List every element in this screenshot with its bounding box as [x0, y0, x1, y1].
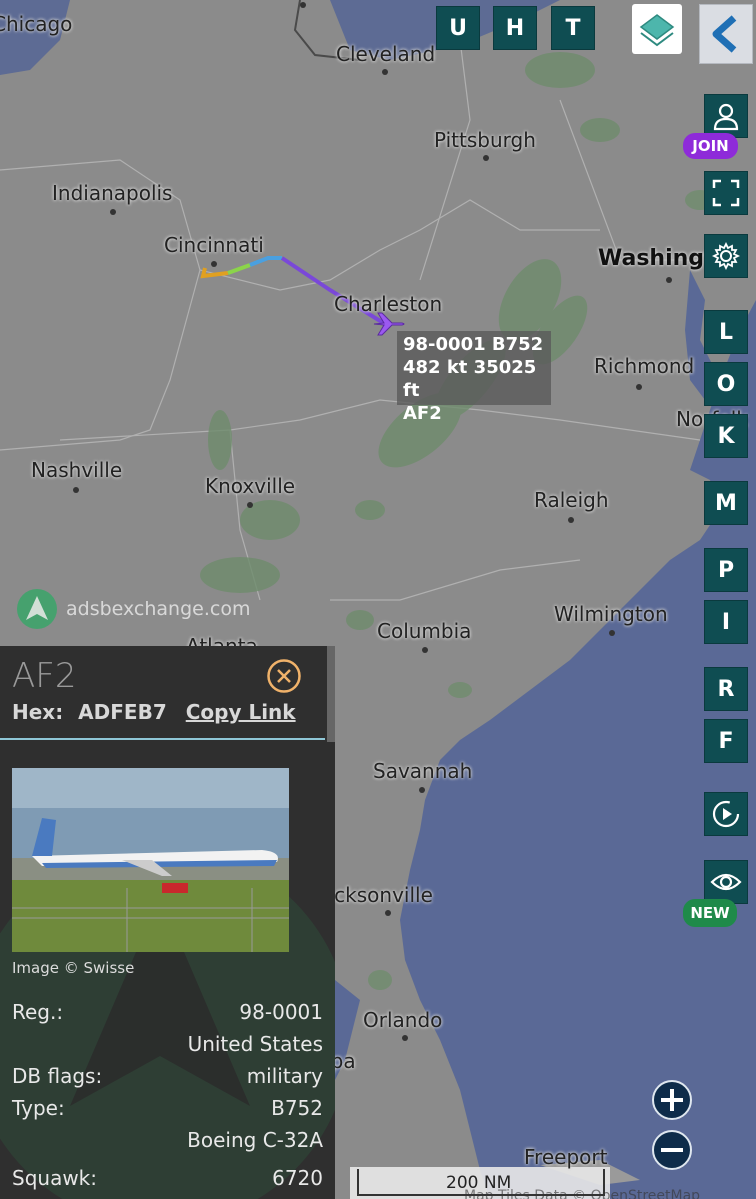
squawk-value: 6720	[272, 1166, 323, 1190]
aircraft-photo[interactable]	[12, 768, 289, 952]
reg-value: 98-0001	[239, 1000, 323, 1024]
hex-value: ADFEB7	[78, 700, 167, 724]
city-label-savannah: Savannah	[373, 759, 473, 783]
plus-icon	[661, 1089, 683, 1111]
city-label-cleveland: Cleveland	[336, 42, 436, 66]
aircraft-info-panel: AF2 Hex: ADFEB7 Copy Link Image © Swisse…	[0, 646, 335, 1199]
flags-key: DB flags:	[12, 1064, 103, 1088]
reg-key: Reg.:	[12, 1000, 64, 1024]
city-label-wilmington: Wilmington	[554, 602, 668, 626]
hex-row: Hex: ADFEB7 Copy Link	[12, 700, 296, 724]
city-label-pittsburgh: Pittsburgh	[434, 128, 536, 152]
city-label-cincinnati: Cincinnati	[164, 233, 264, 257]
type-name-value: Boeing C-32A	[187, 1128, 323, 1152]
city-dot	[666, 277, 672, 283]
city-dot	[422, 647, 428, 653]
account-button[interactable]	[704, 94, 748, 138]
eye-icon	[710, 873, 742, 891]
button-m[interactable]: M	[704, 481, 748, 525]
city-dot	[110, 209, 116, 215]
panel-scrollbar[interactable]	[327, 646, 335, 742]
type-key: Type:	[12, 1096, 65, 1120]
close-panel-button[interactable]	[266, 658, 302, 694]
button-r[interactable]: R	[704, 667, 748, 711]
panel-divider	[0, 738, 325, 740]
watermark-text: adsbexchange.com	[66, 598, 251, 620]
aircraft-label-line1: 98-0001 B752	[403, 334, 544, 355]
view-button[interactable]	[704, 860, 748, 904]
type-value: B752	[271, 1096, 323, 1120]
replay-button[interactable]	[704, 792, 748, 836]
button-t[interactable]: T	[551, 6, 595, 50]
city-label-orlando: Orlando	[363, 1008, 443, 1032]
city-label-washington: Washingt	[598, 246, 715, 271]
aircraft-label-line3: AF2	[403, 403, 442, 424]
aircraft-photo-image	[12, 768, 289, 952]
image-credit[interactable]: Image © Swisse	[12, 959, 134, 977]
button-f[interactable]: F	[704, 719, 748, 763]
watermark: adsbexchange.com	[16, 588, 250, 630]
city-dot	[609, 630, 615, 636]
city-dot	[568, 517, 574, 523]
city-dot	[73, 487, 79, 493]
city-label-richmond: Richmond	[594, 354, 695, 378]
hex-label: Hex:	[12, 700, 64, 724]
button-i[interactable]: I	[704, 600, 748, 644]
button-k[interactable]: K	[704, 414, 748, 458]
new-badge[interactable]: NEW	[683, 899, 737, 927]
zoom-out-button[interactable]	[652, 1130, 692, 1170]
fullscreen-button[interactable]	[704, 171, 748, 215]
city-dot	[300, 2, 306, 8]
panel-callsign: AF2	[12, 656, 77, 696]
city-label-indianapolis: Indianapolis	[52, 181, 173, 205]
city-dot	[382, 69, 388, 75]
city-dot	[247, 502, 253, 508]
button-l[interactable]: L	[704, 310, 748, 354]
city-dot	[385, 910, 391, 916]
city-label-chicago: Chicago	[0, 12, 73, 36]
city-label-nashville: Nashville	[31, 458, 123, 482]
city-label-freeport: Freeport	[524, 1145, 608, 1169]
zoom-in-button[interactable]	[652, 1080, 692, 1120]
city-dot	[636, 384, 642, 390]
flags-value: military	[246, 1064, 323, 1088]
button-o[interactable]: O	[704, 362, 748, 406]
adsbexchange-logo-icon	[17, 589, 57, 629]
aircraft-label[interactable]: 98-0001 B752 482 kt 35025 ft AF2	[397, 331, 551, 424]
settings-button[interactable]	[704, 234, 748, 278]
join-badge[interactable]: JOIN	[683, 133, 738, 159]
button-h[interactable]: H	[493, 6, 537, 50]
city-dot	[211, 261, 217, 267]
city-label-raleigh: Raleigh	[534, 488, 609, 512]
collapse-sidebar-button[interactable]	[699, 4, 753, 64]
minus-icon	[661, 1148, 683, 1152]
button-p[interactable]: P	[704, 548, 748, 592]
close-icon	[267, 659, 301, 693]
replay-icon	[712, 800, 740, 828]
fullscreen-icon	[712, 179, 740, 207]
layers-icon	[639, 14, 675, 47]
city-dot	[483, 155, 489, 161]
gear-icon	[711, 241, 741, 271]
button-u[interactable]: U	[436, 6, 480, 50]
city-label-columbia: Columbia	[377, 619, 472, 643]
city-label-knoxville: Knoxville	[205, 474, 296, 498]
city-dot	[419, 787, 425, 793]
country-value: United States	[187, 1032, 323, 1056]
person-icon	[713, 103, 739, 131]
city-dot	[402, 1035, 408, 1041]
layers-button[interactable]	[632, 4, 682, 54]
squawk-key: Squawk:	[12, 1166, 97, 1190]
aircraft-label-line2: 482 kt 35025 ft	[403, 357, 537, 401]
chevron-left-icon	[712, 15, 737, 53]
copy-link[interactable]: Copy Link	[186, 700, 296, 724]
map-attribution[interactable]: Map Tiles Data © OpenStreetMap	[464, 1188, 756, 1199]
